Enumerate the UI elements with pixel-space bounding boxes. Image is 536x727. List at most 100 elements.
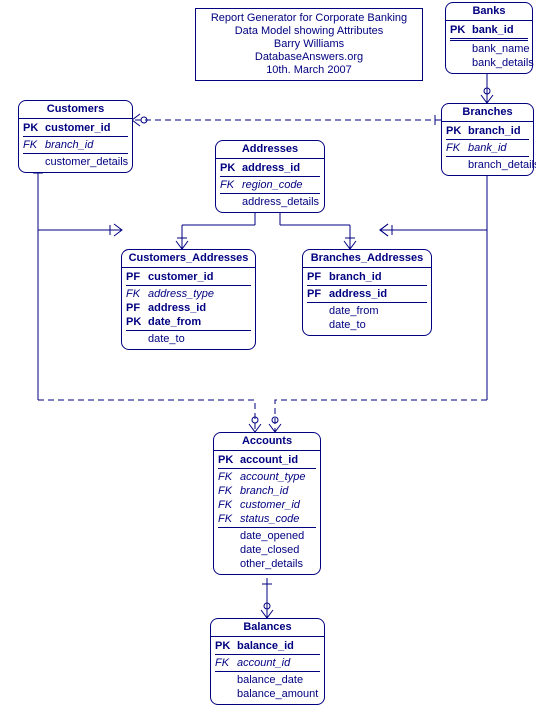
attr-row: date_opened: [218, 527, 316, 543]
attr-row: branch_details: [446, 156, 529, 172]
attr-row: date_to: [126, 330, 251, 346]
attr-row: FKcustomer_id: [218, 498, 316, 512]
key-type: PF: [126, 301, 148, 315]
key-type: PK: [215, 639, 237, 653]
attr-row: PFbranch_id: [307, 270, 427, 286]
entity-title: Balances: [211, 619, 324, 637]
key-type: PK: [218, 453, 240, 467]
attr-name: bank_details: [472, 56, 534, 70]
entity-title: Accounts: [214, 433, 320, 451]
attr-row: PKbalance_id: [215, 639, 320, 655]
attr-name: address_id: [148, 301, 206, 315]
entity-addresses: Addresses PKaddress_idFKregion_codeaddre…: [215, 140, 325, 213]
info-line2: Data Model showing Attributes: [206, 25, 412, 38]
info-line4: DatabaseAnswers.org: [206, 51, 412, 64]
attr-name: customer_id: [240, 498, 300, 512]
attr-name: account_id: [240, 453, 298, 467]
key-type: [218, 557, 240, 571]
key-type: [446, 158, 468, 172]
attr-name: bank_id: [472, 23, 514, 37]
key-type: PK: [446, 124, 468, 138]
attr-row: date_from: [307, 302, 427, 318]
entity-title: Addresses: [216, 141, 324, 159]
attr-name: address_id: [242, 161, 300, 175]
entity-accounts: Accounts PKaccount_idFKaccount_typeFKbra…: [213, 432, 321, 575]
attr-row: FKbranch_id: [218, 484, 316, 498]
info-line5: 10th. March 2007: [206, 64, 412, 77]
attr-row: PFaddress_id: [126, 301, 251, 315]
key-type: PF: [307, 287, 329, 301]
attr-name: address_id: [329, 287, 387, 301]
attr-row: PKbranch_id: [446, 124, 529, 140]
diagram-stage: .l { stroke:#000080; stroke-width:1; fil…: [0, 0, 536, 727]
attr-name: branch_id: [240, 484, 288, 498]
entity-title: Customers_Addresses: [122, 250, 255, 268]
attr-row: PKaddress_id: [220, 161, 320, 177]
attr-name: date_closed: [240, 543, 299, 557]
attr-row: bank_name: [450, 40, 528, 56]
entity-attrs: PFcustomer_idFKaddress_typePFaddress_idP…: [122, 268, 255, 349]
key-type: PK: [220, 161, 242, 175]
key-type: PF: [307, 270, 329, 284]
key-type: FK: [220, 178, 242, 192]
attr-row: balance_amount: [215, 687, 320, 701]
key-type: FK: [23, 138, 45, 152]
key-type: [215, 687, 237, 701]
attr-name: customer_id: [45, 121, 110, 135]
entity-balances: Balances PKbalance_idFKaccount_idbalance…: [210, 618, 325, 705]
info-line3: Barry Williams: [206, 38, 412, 51]
key-type: [220, 195, 242, 209]
key-type: FK: [218, 512, 240, 526]
key-type: [126, 332, 148, 346]
attr-name: balance_amount: [237, 687, 318, 701]
attr-row: PFaddress_id: [307, 287, 427, 301]
attr-name: status_code: [240, 512, 299, 526]
attr-row: FKaddress_type: [126, 287, 251, 301]
attr-row: FKregion_code: [220, 178, 320, 192]
key-type: [23, 155, 45, 169]
attr-name: address_type: [148, 287, 214, 301]
attr-name: branch_details: [468, 158, 536, 172]
attr-row: date_closed: [218, 543, 316, 557]
attr-name: date_to: [148, 332, 185, 346]
key-type: FK: [215, 656, 237, 670]
entity-title: Banks: [446, 3, 532, 21]
attr-row: customer_details: [23, 153, 128, 169]
entity-attrs: PKbranch_idFKbank_idbranch_details: [442, 122, 533, 175]
attr-row: PFcustomer_id: [126, 270, 251, 286]
entity-attrs: PKbank_id bank_namebank_details: [446, 21, 532, 73]
attr-row: balance_date: [215, 671, 320, 687]
entity-branches: Branches PKbranch_idFKbank_idbranch_deta…: [441, 103, 534, 176]
entity-title: Branches: [442, 104, 533, 122]
attr-name: customer_details: [45, 155, 128, 169]
attr-name: balance_date: [237, 673, 303, 687]
attr-row: PKaccount_id: [218, 453, 316, 469]
attr-name: other_details: [240, 557, 303, 571]
entity-customers: Customers PKcustomer_idFKbranch_idcustom…: [18, 100, 133, 173]
attr-name: date_to: [329, 318, 366, 332]
attr-name: bank_name: [472, 42, 530, 56]
key-type: PF: [126, 270, 148, 284]
attr-row: PKdate_from: [126, 315, 251, 329]
attr-name: branch_id: [329, 270, 382, 284]
attr-name: account_id: [237, 656, 290, 670]
attr-name: balance_id: [237, 639, 294, 653]
key-type: [307, 318, 329, 332]
attr-row: PKcustomer_id: [23, 121, 128, 137]
entity-attrs: PKbalance_idFKaccount_idbalance_datebala…: [211, 637, 324, 704]
key-type: FK: [126, 287, 148, 301]
entity-attrs: PKcustomer_idFKbranch_idcustomer_details: [19, 119, 132, 172]
key-type: PK: [450, 23, 472, 37]
attr-row: FKaccount_type: [218, 470, 316, 484]
key-type: [215, 673, 237, 687]
key-type: [307, 304, 329, 318]
attr-name: region_code: [242, 178, 303, 192]
attr-row: other_details: [218, 557, 316, 571]
attr-name: date_from: [329, 304, 379, 318]
key-type: [218, 529, 240, 543]
key-type: PK: [23, 121, 45, 135]
attr-row: FKbank_id: [446, 141, 529, 155]
entity-attrs: PKaddress_idFKregion_codeaddress_details: [216, 159, 324, 212]
attr-row: address_details: [220, 193, 320, 209]
key-type: FK: [218, 498, 240, 512]
